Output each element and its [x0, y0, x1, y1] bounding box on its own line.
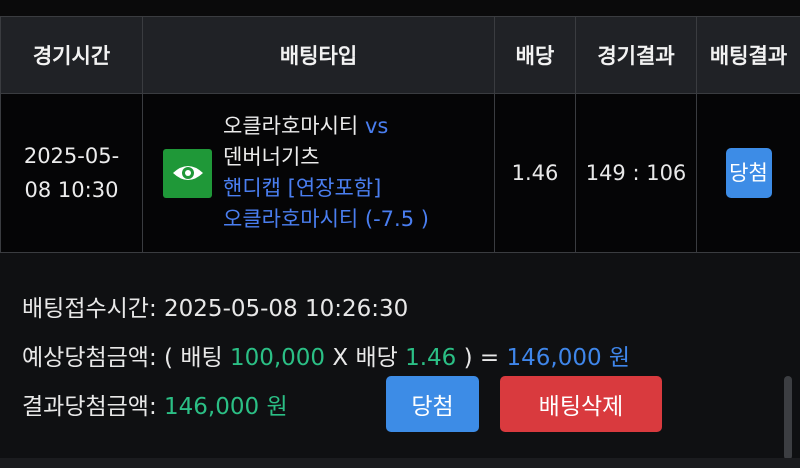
result-badge: 당첨 [725, 148, 772, 198]
bet-pick: 오클라호마시티 (-7.5 ) [223, 207, 429, 231]
bet-time-line: 배팅접수시간: 2025-05-08 10:26:30 [22, 289, 408, 323]
bet-time-label: 배팅접수시간: [22, 296, 157, 322]
odds-value: 1.46 [405, 345, 457, 371]
bet-result-cell: 당첨 [696, 93, 800, 253]
bet-type-label: 핸디캡 [연장포함] [223, 176, 382, 200]
bet-time-value: 2025-05-08 10:26:30 [164, 296, 409, 322]
bet-history-table: 경기시간 배팅타입 배당 경기결과 배팅결과 2025-05- 08 10:30 [0, 16, 800, 253]
bottom-divider [0, 458, 800, 468]
stake-amount: 100,000 [229, 345, 326, 371]
header-odds: 배당 [494, 16, 576, 94]
result-amount: 146,000 원 [164, 394, 288, 420]
score-cell: 149 : 106 [575, 93, 697, 253]
odds-cell: 1.46 [494, 93, 576, 253]
game-time-clock: 08 10:30 [24, 178, 119, 202]
eye-icon[interactable] [163, 148, 212, 198]
result-win-line: 결과당첨금액: 146,000 원 [22, 387, 288, 421]
expected-label: 예상당첨금액: [22, 345, 157, 371]
game-time-date: 2025-05- [23, 144, 120, 168]
expected-open: ( 배팅 [164, 345, 223, 371]
delete-bet-button[interactable]: 배팅삭제 [500, 376, 662, 432]
header-game-result: 경기결과 [575, 16, 697, 94]
vs-label: vs [364, 114, 389, 138]
bet-type-cell: 오클라호마시티 vs 덴버너기츠 핸디캡 [연장포함] 오클라호마시티 (-7.… [142, 93, 495, 253]
table-header-row: 경기시간 배팅타입 배당 경기결과 배팅결과 [0, 16, 800, 94]
home-team: 오클라호마시티 [223, 114, 359, 138]
header-bet-result: 배팅결과 [696, 16, 800, 94]
header-bet-type: 배팅타입 [142, 16, 495, 94]
header-game-time: 경기시간 [0, 16, 143, 94]
expected-win-line: 예상당첨금액: ( 배팅 100,000 X 배당 1.46 ) = 146,0… [22, 338, 630, 372]
expected-close: ) = [463, 345, 500, 371]
expected-amount: 146,000 원 [506, 345, 631, 371]
table-row: 2025-05- 08 10:30 오클라호마시티 vs 덴버너기츠 핸디캡 [… [0, 93, 800, 253]
scrollbar[interactable] [784, 376, 792, 460]
result-label: 결과당첨금액: [22, 394, 157, 420]
times-label: X 배당 [332, 345, 398, 371]
away-team: 덴버너기츠 [223, 145, 320, 169]
game-time-cell: 2025-05- 08 10:30 [0, 93, 143, 253]
top-strip [0, 0, 800, 16]
win-button[interactable]: 당첨 [386, 376, 479, 432]
